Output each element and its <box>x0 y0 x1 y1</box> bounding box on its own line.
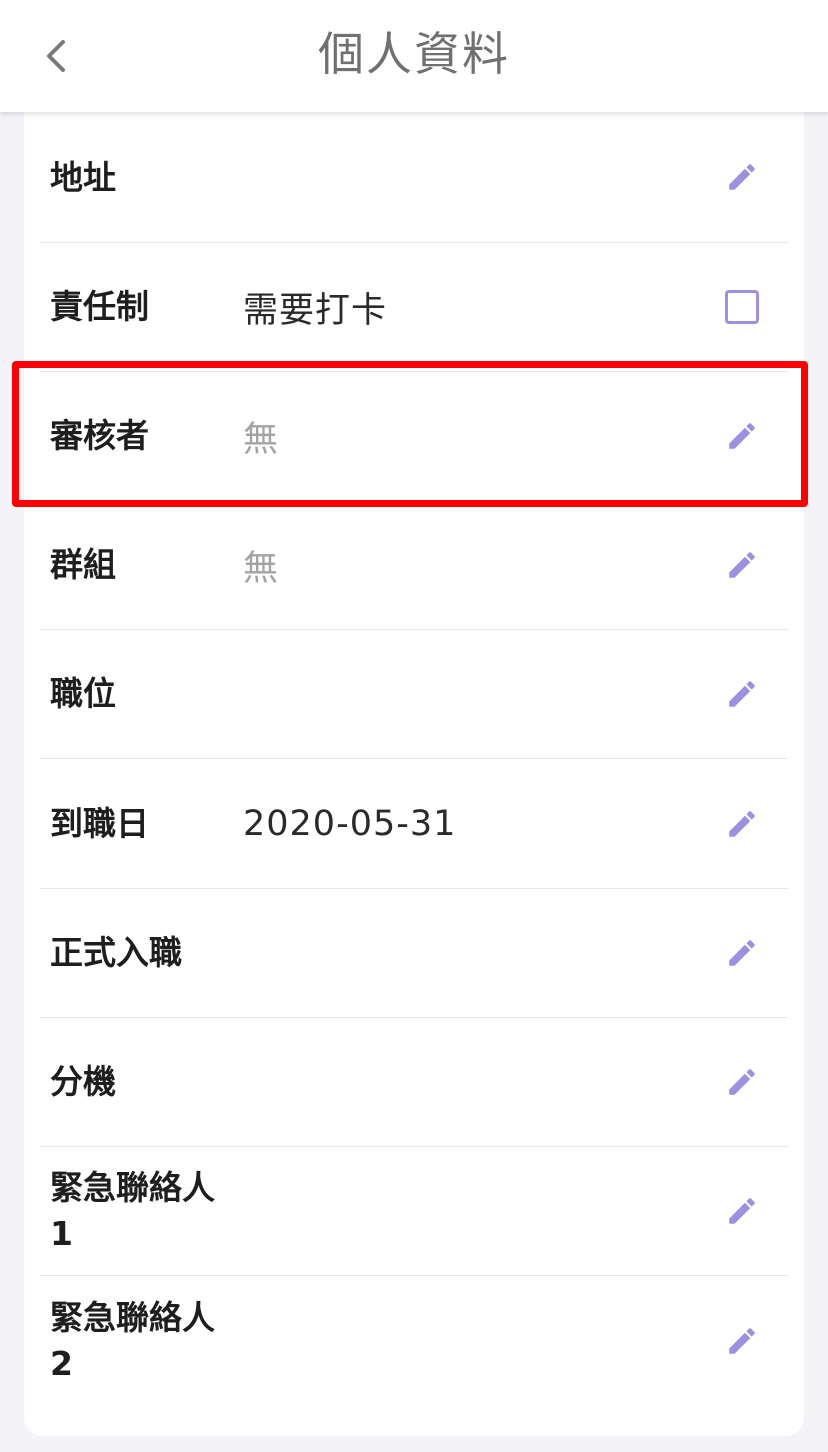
row-value: 無 <box>243 548 280 589</box>
profile-card: 地址 責任制 需要打卡 審核者 無 群組 無 職位 到職日 2020-05-31… <box>24 112 804 1436</box>
row-hire-date: 到職日 2020-05-31 <box>40 759 788 889</box>
row-emergency-contact-1: 緊急聯絡人 1 <box>40 1147 788 1276</box>
row-official-hire: 正式入職 <box>40 889 788 1018</box>
edit-button[interactable] <box>720 1060 764 1104</box>
edit-button[interactable] <box>720 543 764 587</box>
clock-in-checkbox[interactable] <box>720 285 764 329</box>
app-header: 個人資料 <box>0 0 828 112</box>
row-label: 緊急聯絡人 2 <box>50 1297 215 1383</box>
row-position: 職位 <box>40 630 788 759</box>
pencil-icon <box>729 552 755 578</box>
pencil-icon <box>729 164 755 190</box>
edit-button[interactable] <box>720 672 764 716</box>
row-extension: 分機 <box>40 1018 788 1147</box>
row-value: 無 <box>243 419 280 460</box>
row-label: 責任制 <box>50 287 149 326</box>
row-label: 正式入職 <box>50 933 182 972</box>
row-address: 地址 <box>40 112 788 243</box>
pencil-icon <box>729 423 755 449</box>
row-label: 審核者 <box>50 416 149 455</box>
edit-button[interactable] <box>720 155 764 199</box>
row-group: 群組 無 <box>40 501 788 630</box>
checkbox-unchecked-icon <box>725 290 759 324</box>
row-label: 緊急聯絡人 1 <box>50 1168 215 1253</box>
row-emergency-contact-2: 緊急聯絡人 2 <box>40 1276 788 1405</box>
row-value: 2020-05-31 <box>243 803 457 844</box>
edit-button[interactable] <box>720 414 764 458</box>
edit-button[interactable] <box>720 1319 764 1363</box>
page-title: 個人資料 <box>318 27 510 81</box>
row-label: 群組 <box>50 545 116 584</box>
pencil-icon <box>729 1069 755 1095</box>
row-label: 地址 <box>50 158 116 197</box>
edit-button[interactable] <box>720 931 764 975</box>
row-label: 到職日 <box>50 803 149 843</box>
row-responsibility: 責任制 需要打卡 <box>40 243 788 372</box>
pencil-icon <box>729 810 755 837</box>
edit-button[interactable] <box>720 1189 764 1233</box>
pencil-icon <box>729 1327 755 1354</box>
edit-button[interactable] <box>720 802 764 846</box>
row-label: 職位 <box>50 674 116 713</box>
pencil-icon <box>729 940 755 966</box>
row-reviewer: 審核者 無 <box>40 372 788 501</box>
pencil-icon <box>729 681 755 707</box>
row-value: 需要打卡 <box>243 290 388 331</box>
row-label: 分機 <box>50 1062 116 1101</box>
pencil-icon <box>729 1198 755 1224</box>
